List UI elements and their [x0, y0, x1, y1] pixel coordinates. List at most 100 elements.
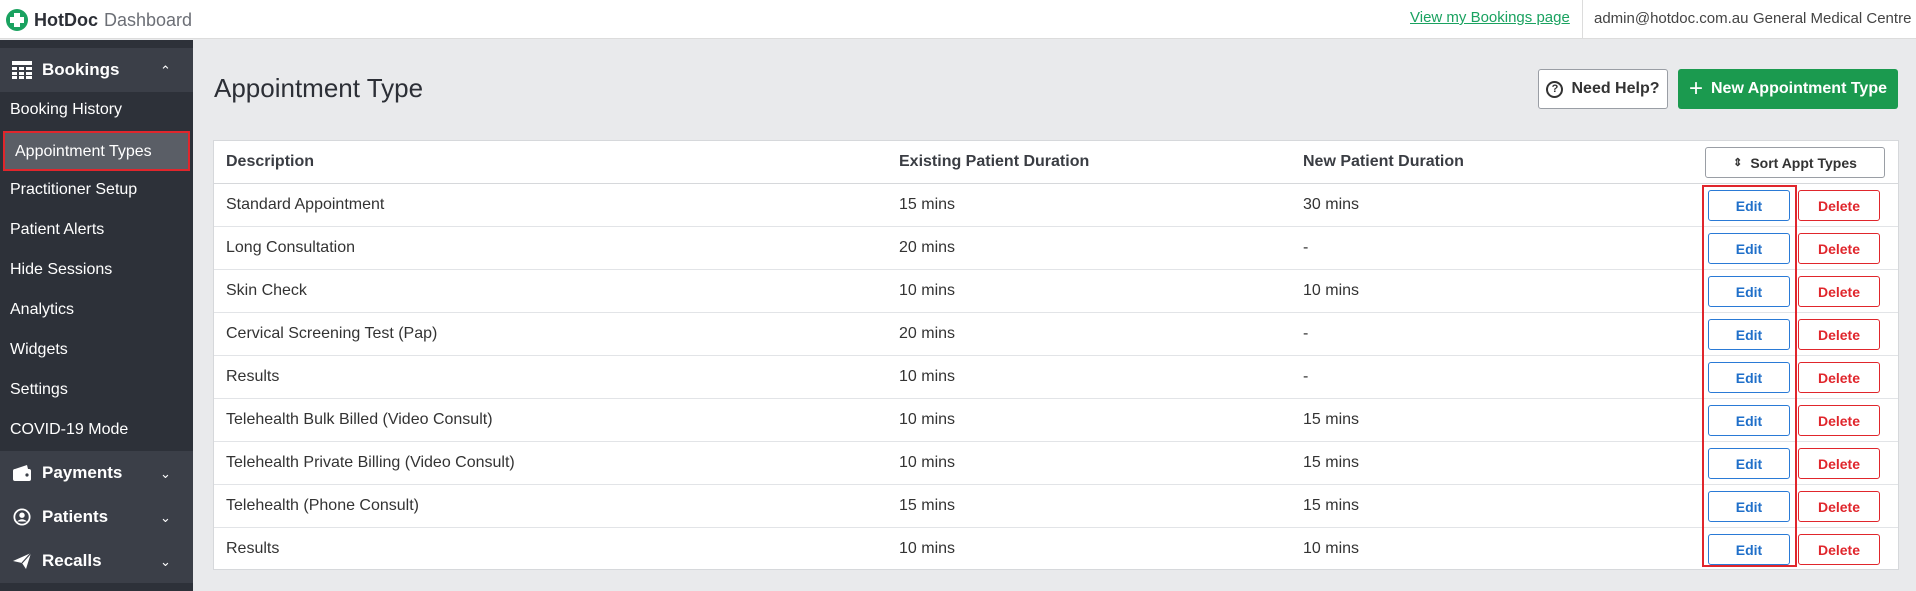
need-help-button[interactable]: ? Need Help?	[1538, 69, 1668, 109]
sort-icon: ⇕	[1733, 157, 1743, 169]
sidebar-item-hide-sessions[interactable]: Hide Sessions	[0, 251, 193, 291]
table-icon	[12, 61, 32, 79]
edit-button[interactable]: Edit	[1708, 233, 1790, 264]
chevron-up-icon: ⌃	[160, 63, 171, 78]
user-email[interactable]: admin@hotdoc.com.au	[1594, 10, 1748, 27]
nav-section-label: Bookings	[42, 60, 120, 79]
sidebar-item-analytics[interactable]: Analytics	[0, 291, 193, 331]
cell-description: Cervical Screening Test (Pap)	[226, 325, 438, 342]
cell-existing-duration: 15 mins	[899, 497, 956, 514]
nav-section-label: Payments	[42, 463, 123, 482]
column-header-description: Description	[226, 153, 315, 170]
column-header-new-duration: New Patient Duration	[1303, 153, 1464, 170]
column-header-existing-duration: Existing Patient Duration	[899, 153, 1090, 170]
table-row: Long Consultation 20 mins - Edit Delete	[214, 227, 1898, 270]
delete-button[interactable]: Delete	[1798, 276, 1880, 307]
chevron-down-icon: ⌄	[160, 554, 171, 569]
clinic-name[interactable]: General Medical Centre	[1753, 10, 1911, 27]
edit-button[interactable]: Edit	[1708, 448, 1790, 479]
nav-section-label: Recalls	[42, 551, 102, 570]
sidebar-item-appointment-types[interactable]: Appointment Types	[3, 131, 190, 171]
table-row: Skin Check 10 mins 10 mins Edit Delete	[214, 270, 1898, 313]
brand-subtitle: Dashboard	[104, 9, 193, 30]
chevron-down-icon: ⌄	[160, 466, 171, 481]
sidebar-item-covid-mode[interactable]: COVID-19 Mode	[0, 411, 193, 451]
view-bookings-link[interactable]: View my Bookings page	[1410, 9, 1570, 26]
edit-button[interactable]: Edit	[1708, 534, 1790, 565]
cell-description: Results	[226, 368, 280, 385]
new-appointment-type-button[interactable]: + New Appointment Type	[1678, 69, 1898, 109]
sidebar-item-booking-history[interactable]: Booking History	[0, 91, 193, 131]
cell-new-duration: -	[1303, 325, 1309, 342]
table-row: Results 10 mins 10 mins Edit Delete	[214, 528, 1898, 571]
delete-button[interactable]: Delete	[1798, 190, 1880, 221]
delete-button[interactable]: Delete	[1798, 534, 1880, 565]
cell-existing-duration: 10 mins	[899, 411, 956, 428]
cell-description: Telehealth Bulk Billed (Video Consult)	[226, 411, 493, 428]
cell-new-duration: 15 mins	[1303, 454, 1360, 471]
sidebar-item-settings[interactable]: Settings	[0, 371, 193, 411]
table-row: Standard Appointment 15 mins 30 mins Edit De…	[214, 184, 1898, 227]
top-bar: HotDoc Dashboard View my Bookings page a…	[0, 0, 1916, 39]
edit-button[interactable]: Edit	[1708, 362, 1790, 393]
cell-existing-duration: 10 mins	[899, 368, 956, 385]
edit-button[interactable]: Edit	[1708, 405, 1790, 436]
need-help-label: Need Help?	[1571, 80, 1660, 97]
brand-name: HotDoc	[34, 9, 98, 30]
cell-existing-duration: 20 mins	[899, 239, 956, 256]
cell-existing-duration: 10 mins	[899, 282, 956, 299]
wallet-icon	[13, 465, 31, 481]
cell-new-duration: 10 mins	[1303, 540, 1360, 557]
edit-button[interactable]: Edit	[1708, 491, 1790, 522]
cell-new-duration: -	[1303, 368, 1309, 385]
paper-plane-icon	[13, 552, 32, 569]
cell-existing-duration: 20 mins	[899, 325, 956, 342]
sort-appt-types-button[interactable]: ⇕ Sort Appt Types	[1705, 147, 1885, 178]
table-row: Cervical Screening Test (Pap) 20 mins - Edi…	[214, 313, 1898, 356]
table-row: Telehealth Bulk Billed (Video Consult) 10…	[214, 399, 1898, 442]
delete-button[interactable]: Delete	[1798, 405, 1880, 436]
table-row: Telehealth Private Billing (Video Consul…	[214, 442, 1898, 485]
user-circle-icon	[13, 508, 31, 526]
cell-description: Skin Check	[226, 282, 307, 299]
sidebar-item-patient-alerts[interactable]: Patient Alerts	[0, 211, 193, 251]
cell-new-duration: 15 mins	[1303, 497, 1360, 514]
appointment-types-table: Description Existing Patient Duration Ne…	[213, 140, 1899, 570]
question-circle-icon: ?	[1546, 80, 1564, 98]
delete-button[interactable]: Delete	[1798, 448, 1880, 479]
edit-button[interactable]: Edit	[1708, 190, 1790, 221]
table-row: Results 10 mins - Edit Delete	[214, 356, 1898, 399]
delete-button[interactable]: Delete	[1798, 491, 1880, 522]
cell-new-duration: 10 mins	[1303, 282, 1360, 299]
sidebar-item-practitioner-setup[interactable]: Practitioner Setup	[0, 171, 193, 211]
cell-description: Standard Appointment	[226, 196, 385, 213]
delete-button[interactable]: Delete	[1798, 362, 1880, 393]
nav-section-recalls[interactable]: Recalls ⌄	[0, 539, 193, 583]
cell-description: Results	[226, 540, 280, 557]
cell-new-duration: -	[1303, 239, 1309, 256]
hotdoc-logo-icon	[6, 9, 28, 31]
logo[interactable]: HotDoc Dashboard	[6, 9, 192, 31]
page-title: Appointment Type	[214, 73, 424, 103]
nav-section-label: Patients	[42, 507, 109, 526]
edit-button[interactable]: Edit	[1708, 276, 1790, 307]
cell-new-duration: 30 mins	[1303, 196, 1360, 213]
delete-button[interactable]: Delete	[1798, 233, 1880, 264]
sidebar-item-widgets[interactable]: Widgets	[0, 331, 193, 371]
new-appointment-type-label: New Appointment Type	[1711, 80, 1887, 97]
cell-existing-duration: 10 mins	[899, 540, 956, 557]
plus-icon: +	[1688, 75, 1703, 102]
cell-existing-duration: 10 mins	[899, 454, 956, 471]
cell-description: Long Consultation	[226, 239, 355, 256]
cell-new-duration: 15 mins	[1303, 411, 1360, 428]
table-row: Telehealth (Phone Consult) 15 mins 15 mins…	[214, 485, 1898, 528]
nav-section-patients[interactable]: Patients ⌄	[0, 495, 193, 539]
chevron-down-icon: ⌄	[160, 510, 171, 525]
delete-button[interactable]: Delete	[1798, 319, 1880, 350]
table-header: Description Existing Patient Duration Ne…	[214, 141, 1898, 184]
header-divider	[1582, 0, 1583, 39]
nav-section-bookings[interactable]: Bookings ⌃	[0, 48, 193, 92]
nav-section-payments[interactable]: Payments ⌄	[0, 451, 193, 495]
cell-description: Telehealth (Phone Consult)	[226, 497, 420, 514]
edit-button[interactable]: Edit	[1708, 319, 1790, 350]
